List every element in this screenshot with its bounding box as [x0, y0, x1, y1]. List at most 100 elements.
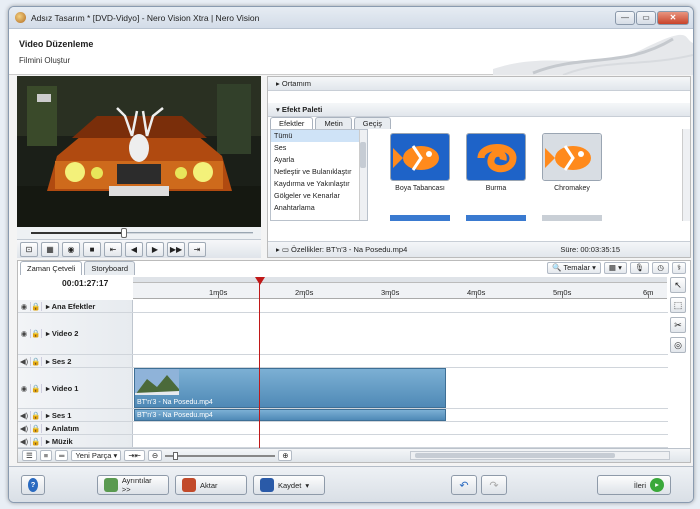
- close-button[interactable]: ✕: [657, 10, 689, 25]
- lock-icon[interactable]: 🔒: [30, 356, 42, 366]
- help-button[interactable]: ?: [21, 475, 45, 495]
- snapshot-camera-icon[interactable]: ◉: [62, 241, 80, 257]
- go-to-start-button[interactable]: ⇤: [104, 241, 122, 257]
- timeline-horizontal-scrollbar[interactable]: [410, 451, 670, 460]
- minimize-button[interactable]: —: [615, 10, 635, 25]
- playhead-handle[interactable]: [255, 277, 265, 285]
- track-ses-1[interactable]: ◀) 🔒 ▸ Ses 1 BT'n'3 - Na Posedu.mp4: [18, 409, 668, 422]
- track-label: Anlatım: [51, 423, 80, 433]
- row-view-icon[interactable]: ═: [55, 450, 69, 461]
- magic-wand-icon[interactable]: ⚕: [671, 262, 686, 274]
- effect-thumb-burma[interactable]: [466, 133, 526, 181]
- track-label: Ses 1: [51, 410, 72, 420]
- effect-thumb-chromakey[interactable]: [542, 133, 602, 181]
- track-video-1[interactable]: ◉ 🔒 ▸ Video 1 BT'n'3 - Na Posedu.mp4: [18, 368, 668, 409]
- fit-icon[interactable]: ⇥⇤: [124, 450, 145, 461]
- screen-mode-button[interactable]: ⊡: [20, 241, 38, 257]
- ortam-section-header[interactable]: ▸ Ortamım: [268, 77, 690, 91]
- save-button[interactable]: Kaydet ▾: [253, 475, 325, 495]
- preview-scrubber[interactable]: [17, 227, 261, 239]
- lock-icon[interactable]: 🔒: [30, 383, 42, 393]
- video-clip[interactable]: BT'n'3 - Na Posedu.mp4: [134, 368, 446, 408]
- eye-icon[interactable]: ◉: [18, 329, 30, 338]
- lock-icon[interactable]: 🔒: [30, 423, 42, 433]
- playhead-line[interactable]: [259, 279, 260, 455]
- zoom-slider[interactable]: [165, 451, 276, 460]
- effect-thumb-label: Burma: [485, 185, 507, 192]
- effect-thumb-boya[interactable]: [390, 133, 450, 181]
- new-part-dropdown[interactable]: Yeni Parça ▾: [71, 450, 122, 461]
- list-item[interactable]: Netleştir ve Bulanıklaştır: [271, 166, 367, 178]
- video-preview[interactable]: [17, 76, 261, 227]
- track-video-2[interactable]: ◉ 🔒 ▸ Video 2: [18, 313, 668, 355]
- thumbnails-scrollbar[interactable]: [682, 129, 690, 221]
- tab-gecis[interactable]: Geçiş: [353, 117, 391, 129]
- clip-label: BT'n'3 - Na Posedu.mp4: [137, 412, 213, 419]
- next-label: İleri: [633, 480, 646, 490]
- timeline-panel: Zaman Çetveli Storyboard 🔍 Temalar ▾ ▦ ▾…: [17, 260, 691, 463]
- redo-icon: ↷: [489, 479, 499, 492]
- next-button[interactable]: İleri ▸: [597, 475, 671, 495]
- lock-icon[interactable]: 🔒: [30, 301, 42, 311]
- previous-frame-button[interactable]: ◀: [125, 241, 143, 257]
- list-item[interactable]: Ses: [271, 142, 367, 154]
- title-bar: Adsız Tasarım * [DVD-Vidyo] - Nero Visio…: [9, 7, 693, 29]
- zoom-out-icon[interactable]: ⊖: [147, 450, 163, 461]
- speaker-icon[interactable]: ◀): [18, 411, 30, 420]
- duration-label: Süre: 00:03:35:15: [560, 245, 620, 254]
- list-item[interactable]: Gölgeler ve Kenarlar: [271, 190, 367, 202]
- ruler-label: 2m0s: [295, 288, 314, 297]
- scrubber-knob[interactable]: [121, 228, 127, 238]
- lock-icon[interactable]: 🔒: [30, 329, 42, 338]
- audio-clip[interactable]: BT'n'3 - Na Posedu.mp4: [134, 409, 446, 421]
- stop-button[interactable]: ■: [83, 241, 101, 257]
- eye-icon[interactable]: ◉: [18, 384, 30, 393]
- properties-bar[interactable]: ▸ ▭ Özellikler: BT'n'3 - Na Posedu.mp4 S…: [268, 241, 690, 257]
- pointer-tool-icon[interactable]: ↖: [670, 277, 686, 293]
- ruler-label: 3m0s: [381, 288, 400, 297]
- speaker-icon[interactable]: ◀): [18, 424, 30, 433]
- go-to-end-button[interactable]: ⇥: [188, 241, 206, 257]
- export-button[interactable]: Aktar: [175, 475, 247, 495]
- eye-icon[interactable]: ◉: [18, 302, 30, 311]
- details-button[interactable]: Ayrıntılar >>: [97, 475, 169, 495]
- list-view-icon[interactable]: ☰: [22, 450, 37, 461]
- track-ses-2[interactable]: ◀) 🔒 ▸ Ses 2: [18, 355, 668, 368]
- view-options-button[interactable]: ▦ ▾: [603, 262, 627, 274]
- track-ana-efektler[interactable]: ◉ 🔒 ▸ Ana Efektler: [18, 300, 668, 313]
- list-item[interactable]: Ayarla: [271, 154, 367, 166]
- new-part-label: Yeni Parça: [75, 451, 112, 460]
- track-muzik[interactable]: ◀) 🔒 ▸ Müzik: [18, 435, 668, 448]
- scissors-icon[interactable]: ✂: [670, 317, 686, 333]
- next-frame-button[interactable]: ▶▶: [167, 241, 185, 257]
- microphone-icon[interactable]: 🎙: [629, 262, 650, 274]
- time-ruler[interactable]: 1m0s 2m0s 3m0s 4m0s 5m0s 6m: [133, 277, 667, 299]
- tab-zaman-cetveli[interactable]: Zaman Çetveli: [20, 261, 83, 275]
- list-scrollbar[interactable]: [359, 130, 367, 220]
- lock-icon[interactable]: 🔒: [30, 410, 42, 420]
- export-icon: [182, 478, 196, 492]
- list-item[interactable]: Tümü: [271, 130, 367, 142]
- tab-metin[interactable]: Metin: [315, 117, 352, 129]
- tab-storyboard[interactable]: Storyboard: [84, 261, 136, 275]
- list-item[interactable]: Anahtarlama: [271, 202, 367, 214]
- undo-button[interactable]: ↶: [451, 475, 477, 495]
- compact-view-icon[interactable]: ≡: [39, 450, 53, 461]
- select-area-icon[interactable]: ⬚: [670, 297, 686, 313]
- themes-button[interactable]: 🔍 Temalar ▾: [547, 262, 601, 274]
- disc-icon[interactable]: ◎: [670, 337, 686, 353]
- track-anlatim[interactable]: ◀) 🔒 ▸ Anlatım: [18, 422, 668, 435]
- tab-efektler[interactable]: Efektler: [270, 117, 314, 129]
- list-item[interactable]: Kaydırma ve Yakınlaştır: [271, 178, 367, 190]
- speaker-icon[interactable]: ◀): [18, 357, 30, 366]
- zoom-in-icon[interactable]: ⊕: [278, 450, 293, 461]
- play-button[interactable]: ▶: [146, 241, 164, 257]
- layout-button[interactable]: ▦: [41, 241, 59, 257]
- window-title: Adsız Tasarım * [DVD-Vidyo] - Nero Visio…: [31, 12, 260, 23]
- palette-section-header[interactable]: ▾ Efekt Paleti: [268, 103, 690, 117]
- redo-button[interactable]: ↷: [481, 475, 507, 495]
- maximize-button[interactable]: ▭: [636, 10, 656, 25]
- clock-icon[interactable]: ◷: [652, 262, 669, 274]
- speaker-icon[interactable]: ◀): [18, 437, 30, 446]
- lock-icon[interactable]: 🔒: [30, 436, 42, 446]
